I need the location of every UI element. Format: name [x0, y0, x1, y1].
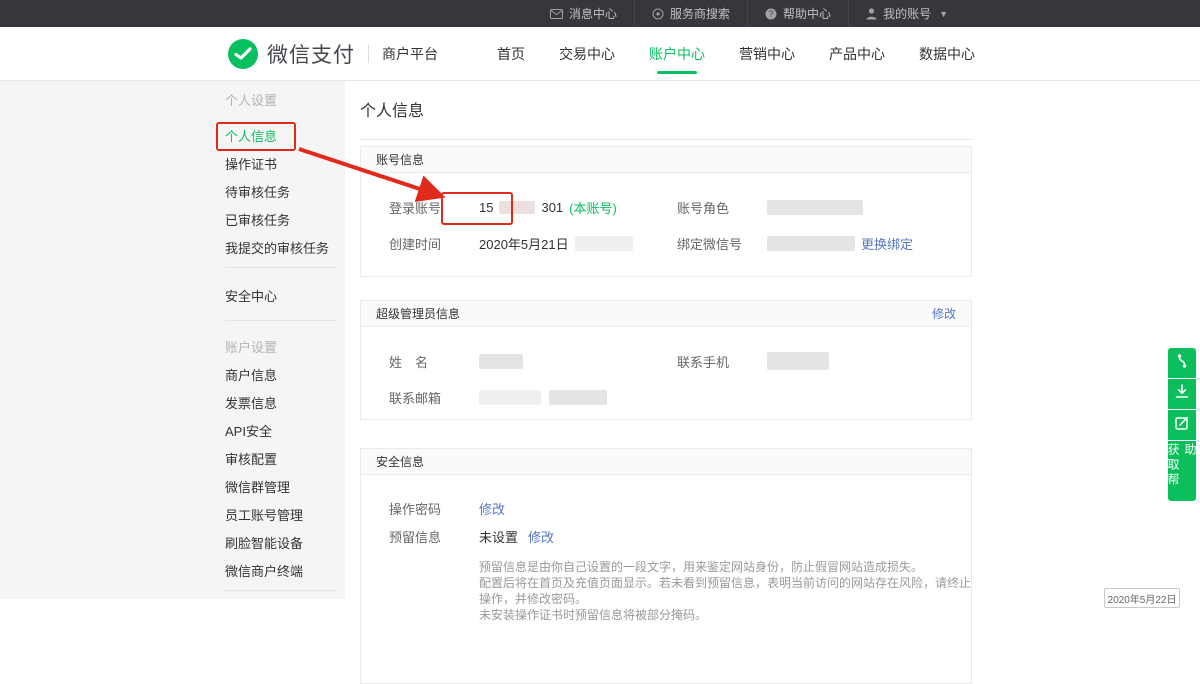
password-modify-link[interactable]: 修改 [479, 499, 505, 518]
sidebar-item-invoice-info[interactable]: 发票信息 [225, 390, 345, 418]
current-account-tag: (本账号) [569, 198, 617, 217]
login-account-label: 登录账号 [389, 198, 479, 217]
svg-text:?: ? [769, 9, 774, 18]
brand-name: 微信支付 [267, 39, 355, 69]
created-time-label: 创建时间 [389, 234, 479, 253]
nav-data-center[interactable]: 数据中心 [919, 27, 975, 81]
brand-subtitle: 商户平台 [382, 44, 438, 64]
account-panel-title: 账号信息 [376, 151, 424, 168]
account-info-panel: 账号信息 登录账号 15301 (本账号) 账号角色 [360, 146, 972, 277]
brand: 微信支付 商户平台 [228, 27, 438, 81]
reserved-info-label: 预留信息 [389, 527, 479, 546]
topbar-menu: 消息中心 服务商搜索 ? 帮助中心 我的账号 ▼ [533, 0, 965, 27]
contact-email-label: 联系邮箱 [389, 388, 479, 407]
wechat-pay-logo-icon [228, 39, 258, 69]
nav-marketing-center[interactable]: 营销中心 [739, 27, 795, 81]
sidebar-divider [225, 590, 337, 591]
sidebar-section-personal-settings: 个人设置 [225, 87, 345, 115]
masked-login-digits [499, 201, 535, 214]
super-admin-panel: 超级管理员信息 修改 姓 名 联系手机 联系邮箱 [360, 300, 972, 420]
masked-name [479, 354, 523, 369]
sidebar-divider [225, 267, 337, 268]
sidebar-item-wechat-group-mgmt[interactable]: 微信群管理 [225, 474, 345, 502]
name-label: 姓 名 [389, 352, 479, 371]
created-time-value: 2020年5月21日 [479, 234, 569, 253]
sidebar-item-security-center[interactable]: 安全中心 [225, 283, 345, 311]
sidebar: 个人设置 个人信息 操作证书 待审核任务 已审核任务 我提交的审核任务 安全中心… [0, 81, 345, 599]
main-content: 个人信息 账号信息 登录账号 15301 (本账号) 账号角色 [360, 81, 972, 140]
change-binding-link[interactable]: 更换绑定 [861, 234, 913, 253]
page-body: 个人设置 个人信息 操作证书 待审核任务 已审核任务 我提交的审核任务 安全中心… [0, 81, 1200, 599]
user-icon [866, 8, 877, 20]
security-panel-title: 安全信息 [376, 453, 424, 470]
masked-email [479, 390, 541, 405]
topbar-item-label: 消息中心 [569, 5, 617, 22]
reserved-info-value: 未设置 [479, 527, 518, 546]
operation-password-label: 操作密码 [389, 499, 479, 518]
masked-phone [767, 352, 829, 370]
sidebar-item-operation-certificate[interactable]: 操作证书 [225, 151, 345, 179]
sidebar-item-face-device[interactable]: 刷脸智能设备 [225, 530, 345, 558]
feedback-button[interactable] [1168, 410, 1196, 440]
nav-home[interactable]: 首页 [497, 27, 525, 81]
sidebar-item-my-submitted-tasks[interactable]: 我提交的审核任务 [225, 235, 345, 263]
contact-phone-label: 联系手机 [677, 352, 767, 371]
contact-link-button[interactable] [1168, 348, 1196, 378]
masked-account-role [767, 200, 863, 215]
nav-account-center[interactable]: 账户中心 [649, 27, 705, 81]
search-icon [652, 8, 664, 20]
site-header: 微信支付 商户平台 首页 交易中心 账户中心 营销中心 产品中心 数据中心 [0, 27, 1200, 81]
masked-wechat-id [767, 236, 855, 251]
topbar-item-label: 我的账号 [883, 5, 931, 22]
sidebar-item-pending-review-tasks[interactable]: 待审核任务 [225, 179, 345, 207]
masked-created-time [575, 236, 633, 251]
topbar-item-messages[interactable]: 消息中心 [533, 0, 634, 27]
reserved-info-help: 预留信息是由你自己设置的一段文字，用来鉴定网站身份，防止假冒网站造成损失。 配置… [479, 559, 971, 623]
mail-icon [550, 9, 563, 19]
admin-panel-title: 超级管理员信息 [376, 305, 460, 322]
reserved-modify-link[interactable]: 修改 [528, 527, 554, 546]
sidebar-item-merchant-info[interactable]: 商户信息 [225, 362, 345, 390]
sidebar-item-wechat-merchant-terminal[interactable]: 微信商户终端 [225, 558, 345, 586]
topbar-item-label: 帮助中心 [783, 5, 831, 22]
admin-modify-link[interactable]: 修改 [932, 305, 956, 322]
security-info-panel: 安全信息 操作密码 修改 预留信息 未设置 修改 预留信息是由你自己设置的一段文… [360, 448, 972, 684]
main-nav: 首页 交易中心 账户中心 营销中心 产品中心 数据中心 [497, 27, 975, 81]
link-icon [1175, 353, 1189, 374]
bound-wechat-label: 绑定微信号 [677, 234, 767, 253]
sidebar-section-account-settings: 账户设置 [225, 334, 345, 362]
title-divider [360, 139, 972, 140]
topbar-item-help-center[interactable]: ? 帮助中心 [747, 0, 848, 27]
nav-product-center[interactable]: 产品中心 [829, 27, 885, 81]
page-title: 个人信息 [360, 97, 972, 121]
download-button[interactable] [1168, 379, 1196, 409]
topbar: 消息中心 服务商搜索 ? 帮助中心 我的账号 ▼ [0, 0, 1200, 27]
sidebar-item-personal-info[interactable]: 个人信息 [225, 123, 345, 151]
topbar-item-label: 服务商搜索 [670, 5, 730, 22]
sidebar-item-api-security[interactable]: API安全 [225, 418, 345, 446]
sidebar-item-staff-account-mgmt[interactable]: 员工账号管理 [225, 502, 345, 530]
topbar-item-provider-search[interactable]: 服务商搜索 [634, 0, 747, 27]
topbar-item-my-account[interactable]: 我的账号 ▼ [848, 0, 965, 27]
help-icon: ? [765, 8, 777, 20]
sidebar-item-review-config[interactable]: 审核配置 [225, 446, 345, 474]
account-role-label: 账号角色 [677, 198, 767, 217]
edit-icon [1175, 416, 1189, 435]
chevron-down-icon: ▼ [939, 9, 948, 19]
get-help-button[interactable]: 获取帮助 [1168, 441, 1196, 501]
nav-transaction-center[interactable]: 交易中心 [559, 27, 615, 81]
download-icon [1175, 384, 1189, 404]
sidebar-item-reviewed-tasks[interactable]: 已审核任务 [225, 207, 345, 235]
masked-email [549, 390, 607, 405]
date-tooltip: 2020年5月22日 [1104, 588, 1180, 608]
login-account-value: 15301 (本账号) [479, 198, 617, 217]
sidebar-divider [225, 320, 337, 321]
floating-help-rail: 获取帮助 [1168, 348, 1196, 501]
brand-divider [368, 45, 369, 63]
